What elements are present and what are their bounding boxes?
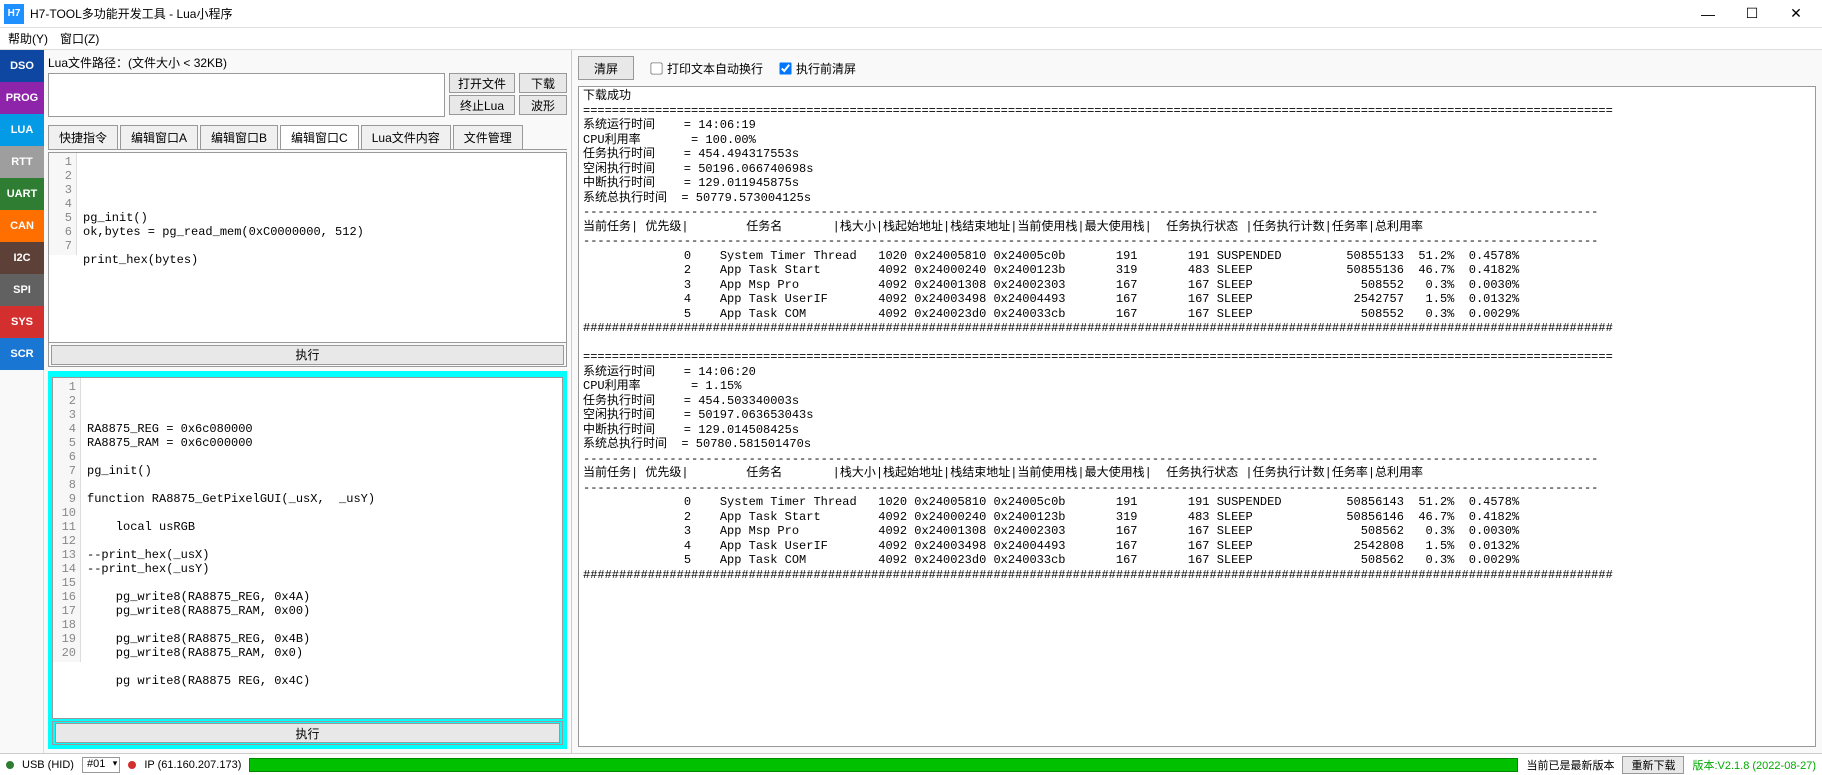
auto-wrap-label-text: 打印文本自动换行 xyxy=(667,60,763,77)
line-gutter-top: 1 2 3 4 5 6 7 xyxy=(49,153,77,255)
app-icon: H7 xyxy=(4,4,24,24)
clear-before-exec-checkbox[interactable] xyxy=(779,62,791,74)
clear-before-exec-checkbox-label[interactable]: 执行前清屏 xyxy=(779,60,856,77)
usb-status-label: USB (HID) xyxy=(22,759,74,771)
stop-lua-button[interactable]: 终止Lua xyxy=(449,95,515,115)
waveform-button[interactable]: 波形 xyxy=(519,95,567,115)
sidebar-scr[interactable]: SCR xyxy=(0,338,44,370)
file-path-input[interactable] xyxy=(48,73,445,117)
tab-file-manager[interactable]: 文件管理 xyxy=(453,125,523,149)
auto-wrap-checkbox-label[interactable]: 打印文本自动换行 xyxy=(650,60,763,77)
sidebar-rtt[interactable]: RTT xyxy=(0,146,44,178)
line-gutter-bottom: 1 2 3 4 5 6 7 8 9 10 11 12 13 14 15 16 1… xyxy=(53,378,81,662)
file-path-label: Lua文件路径：(文件大小 < 32KB) xyxy=(48,54,567,71)
ip-status-icon xyxy=(128,761,136,769)
maximize-button[interactable]: ☐ xyxy=(1730,1,1774,27)
redownload-button[interactable]: 重新下载 xyxy=(1622,756,1684,774)
tab-edit-a[interactable]: 编辑窗口A xyxy=(120,125,198,149)
sidebar-uart[interactable]: UART xyxy=(0,178,44,210)
latest-version-label: 当前已是最新版本 xyxy=(1526,757,1614,773)
device-index-combo[interactable]: #01 xyxy=(82,757,120,773)
open-file-button[interactable]: 打开文件 xyxy=(449,73,515,93)
ip-status-label: IP (61.160.207.173) xyxy=(144,759,241,771)
sidebar-lua[interactable]: LUA xyxy=(0,114,44,146)
sidebar-i2c[interactable]: I2C xyxy=(0,242,44,274)
download-button[interactable]: 下载 xyxy=(519,73,567,93)
sidebar-prog[interactable]: PROG xyxy=(0,82,44,114)
tab-lua-file-content[interactable]: Lua文件内容 xyxy=(361,125,451,149)
sidebar-dso[interactable]: DSO xyxy=(0,50,44,82)
code-text-bottom[interactable]: RA8875_REG = 0x6c080000 RA8875_RAM = 0x6… xyxy=(85,420,562,690)
menu-window[interactable]: 窗口(Z) xyxy=(60,30,99,47)
clear-screen-button[interactable]: 清屏 xyxy=(578,56,634,80)
execute-bottom-button[interactable]: 执行 xyxy=(55,723,560,743)
tab-quick-commands[interactable]: 快捷指令 xyxy=(48,125,118,149)
progress-bar xyxy=(249,758,1518,772)
usb-status-icon xyxy=(6,761,14,769)
code-editor-bottom[interactable]: 1 2 3 4 5 6 7 8 9 10 11 12 13 14 15 16 1… xyxy=(52,377,563,719)
minimize-button[interactable]: — xyxy=(1686,1,1730,27)
window-title: H7-TOOL多功能开发工具 - Lua小程序 xyxy=(30,5,1686,22)
output-console[interactable]: 下载成功 ===================================… xyxy=(578,86,1816,747)
menu-help[interactable]: 帮助(Y) xyxy=(8,30,48,47)
version-label: 版本:V2.1.8 (2022-08-27) xyxy=(1692,757,1816,773)
execute-top-button[interactable]: 执行 xyxy=(51,345,564,365)
code-editor-top[interactable]: 1 2 3 4 5 6 7 pg_init() ok,bytes = pg_re… xyxy=(48,152,567,343)
code-text-top[interactable]: pg_init() ok,bytes = pg_read_mem(0xC0000… xyxy=(81,195,566,283)
close-button[interactable]: ✕ xyxy=(1774,1,1818,27)
sidebar-sys[interactable]: SYS xyxy=(0,306,44,338)
sidebar-spi[interactable]: SPI xyxy=(0,274,44,306)
tab-edit-b[interactable]: 编辑窗口B xyxy=(200,125,278,149)
clear-before-exec-label-text: 执行前清屏 xyxy=(796,60,856,77)
auto-wrap-checkbox[interactable] xyxy=(650,62,662,74)
sidebar-can[interactable]: CAN xyxy=(0,210,44,242)
tab-edit-c[interactable]: 编辑窗口C xyxy=(280,125,359,149)
